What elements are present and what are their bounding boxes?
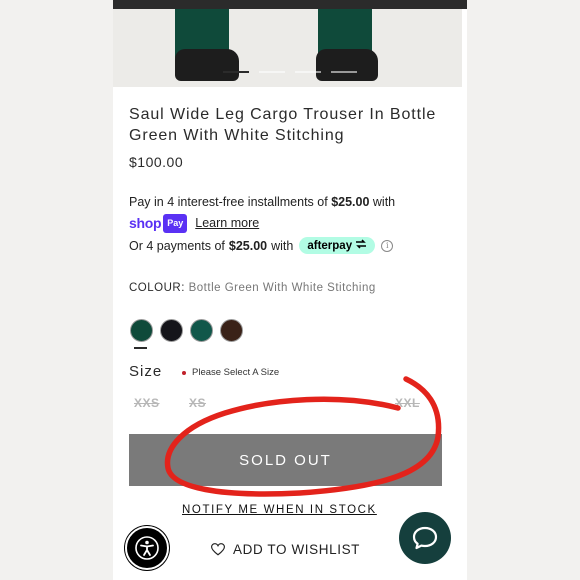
- size-warning: Please Select A Size: [182, 367, 279, 378]
- colour-swatch-bottle-green[interactable]: [130, 319, 153, 342]
- colour-swatch-brown[interactable]: [220, 319, 243, 342]
- chat-bubble-icon: [412, 526, 438, 550]
- product-title: Saul Wide Leg Cargo Trouser In Bottle Gr…: [129, 106, 437, 144]
- selected-swatch-indicator: [134, 347, 147, 349]
- accessibility-button[interactable]: [125, 526, 169, 570]
- wishlist-label: ADD TO WISHLIST: [233, 542, 361, 557]
- afterpay-amount: $25.00: [228, 238, 268, 253]
- shoppay-amount: $25.00: [331, 195, 370, 209]
- colour-label: COLOUR: Bottle Green With White Stitchin…: [129, 282, 376, 294]
- shoppay-text-prefix: Pay in 4 interest-free installments of: [129, 195, 328, 209]
- add-to-wishlist-button[interactable]: ADD TO WISHLIST: [211, 542, 360, 557]
- afterpay-arrows-icon: [356, 239, 367, 249]
- shoe-right: [316, 49, 378, 81]
- carousel-indicator[interactable]: [223, 71, 363, 73]
- info-icon[interactable]: i: [381, 239, 394, 252]
- shop-pay-badge: Pay: [163, 214, 188, 233]
- learn-more-link[interactable]: Learn more: [195, 215, 259, 232]
- carousel-dot[interactable]: [295, 71, 321, 73]
- carousel-dot[interactable]: [259, 71, 285, 73]
- size-warning-text: Please Select A Size: [192, 367, 280, 378]
- afterpay-logo-text: afterpay: [307, 240, 353, 252]
- background-left: [0, 0, 113, 580]
- shoppay-installments: Pay in 4 interest-free installments of $…: [129, 194, 459, 233]
- size-option-xs[interactable]: XS: [189, 396, 206, 410]
- colour-value: Bottle Green With White Stitching: [188, 282, 376, 294]
- product-price: $100.00: [129, 154, 184, 170]
- sold-out-button[interactable]: SOLD OUT: [129, 434, 442, 486]
- size-label: Size: [129, 363, 163, 380]
- notify-me-link[interactable]: NOTIFY ME WHEN IN STOCK: [182, 504, 377, 516]
- accessibility-icon: [135, 536, 159, 560]
- afterpay-suffix: with: [271, 238, 294, 253]
- size-option-xxl[interactable]: XXL: [395, 396, 420, 410]
- afterpay-logo: afterpay: [299, 237, 376, 254]
- carousel-dot[interactable]: [223, 71, 249, 73]
- size-option-xxs[interactable]: XXS: [134, 396, 160, 410]
- phone-screen: Saul Wide Leg Cargo Trouser In Bottle Gr…: [113, 0, 467, 580]
- heart-icon: [211, 543, 225, 556]
- colour-label-text: COLOUR:: [129, 282, 185, 294]
- background-right: [467, 0, 580, 580]
- shop-pay-logo: shop: [129, 215, 162, 231]
- afterpay-installments: Or 4 payments of $25.00 with afterpay i: [129, 237, 394, 254]
- colour-swatch-teal-green[interactable]: [190, 319, 213, 342]
- carousel-dot[interactable]: [331, 71, 357, 73]
- afterpay-prefix: Or 4 payments of: [129, 238, 225, 253]
- chat-button[interactable]: [399, 512, 451, 564]
- colour-swatch-black[interactable]: [160, 319, 183, 342]
- warning-dot: [182, 370, 186, 375]
- top-bar: [113, 0, 467, 9]
- product-image[interactable]: [113, 9, 462, 87]
- shoe-left: [175, 49, 239, 81]
- shoppay-text-suffix: with: [372, 195, 396, 209]
